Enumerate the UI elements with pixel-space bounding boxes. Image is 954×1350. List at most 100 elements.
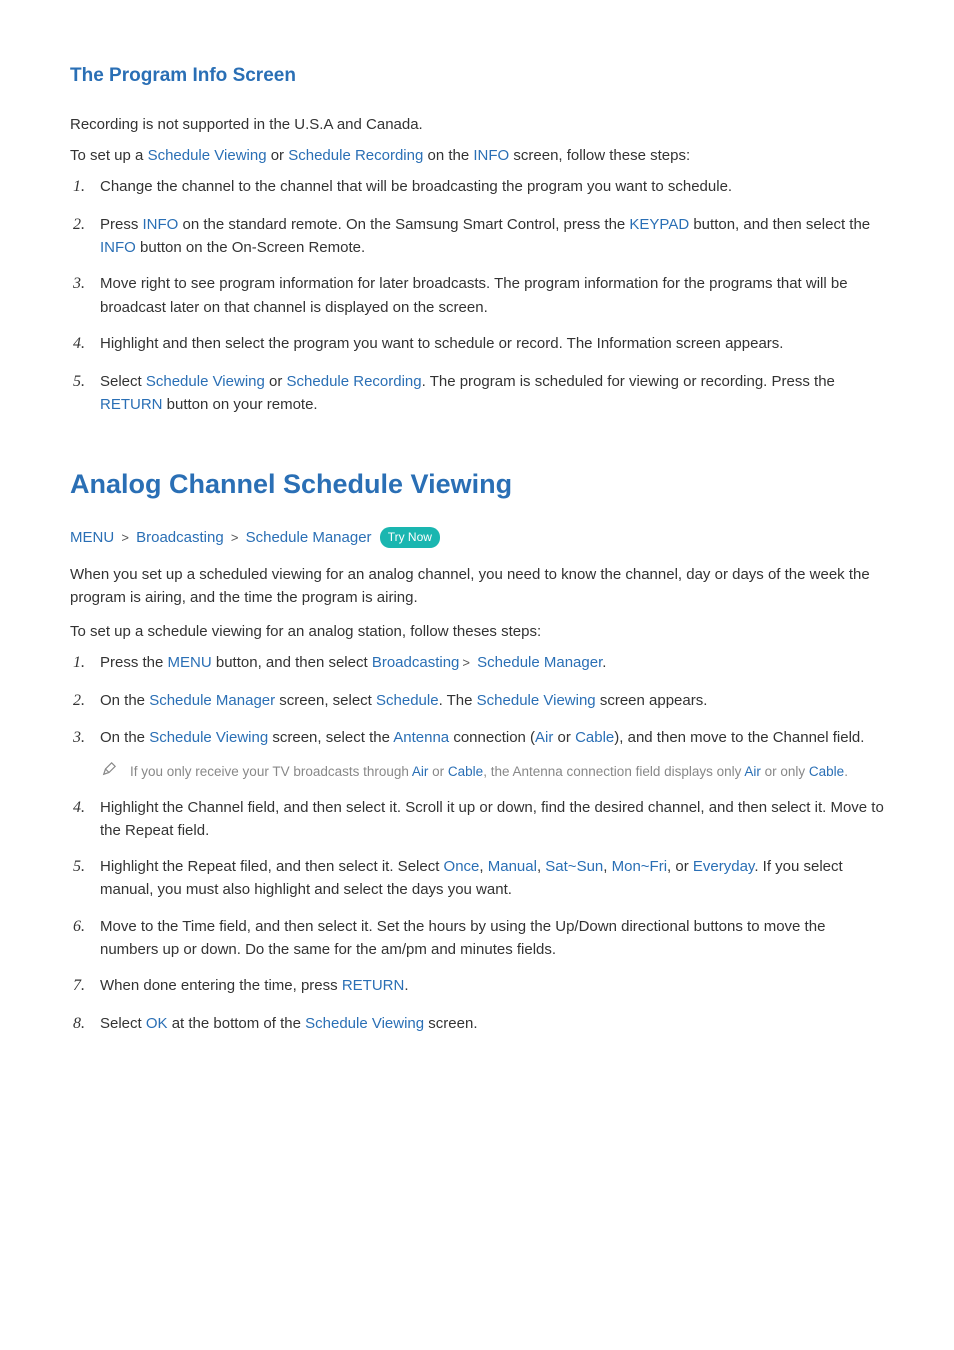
text: If you only receive your TV broadcasts t…	[130, 764, 412, 779]
text: Press	[100, 216, 143, 233]
crumb-sep: >	[462, 655, 470, 670]
note-body: If you only receive your TV broadcasts t…	[130, 762, 886, 783]
kw-antenna: Antenna	[393, 729, 449, 746]
text: or only	[761, 764, 809, 779]
list-item: 3. Move right to see program information…	[70, 272, 886, 319]
section-title-analog: Analog Channel Schedule Viewing	[70, 464, 886, 505]
steps-program-info: 1. Change the channel to the channel tha…	[70, 175, 886, 416]
kw-mon-fri: Mon~Fri	[612, 858, 667, 875]
text: button on your remote.	[163, 396, 318, 413]
text: Select	[100, 1015, 146, 1032]
text: at the bottom of the	[168, 1015, 306, 1032]
text: ,	[479, 858, 487, 875]
list-item: 2. Press INFO on the standard remote. On…	[70, 213, 886, 260]
list-item: 6. Move to the Time field, and then sele…	[70, 915, 886, 962]
text: or	[428, 764, 448, 779]
kw-air: Air	[535, 729, 553, 746]
section-title-program-info: The Program Info Screen	[70, 62, 886, 91]
list-item: 3. On the Schedule Viewing screen, selec…	[70, 726, 886, 782]
text: or	[265, 373, 287, 390]
try-now-badge[interactable]: Try Now	[380, 527, 440, 548]
kw-schedule-viewing: Schedule Viewing	[149, 729, 268, 746]
step-number: 7.	[70, 974, 100, 999]
crumb-sep: >	[231, 530, 239, 545]
list-item: 7. When done entering the time, press RE…	[70, 974, 886, 999]
crumb-broadcasting: Broadcasting	[136, 529, 224, 546]
kw-schedule-viewing: Schedule Viewing	[305, 1015, 424, 1032]
step-number: 3.	[70, 726, 100, 782]
crumb-menu: MENU	[70, 529, 114, 546]
kw-schedule-viewing: Schedule Viewing	[148, 147, 267, 164]
text: On the	[100, 692, 149, 709]
text: button, and then select the	[689, 216, 870, 233]
para-recording-not-supported: Recording is not supported in the U.S.A …	[70, 113, 886, 136]
step-body: Select OK at the bottom of the Schedule …	[100, 1012, 886, 1037]
text: When done entering the time, press	[100, 977, 342, 994]
kw-return: RETURN	[342, 977, 405, 994]
text: Press the	[100, 654, 168, 671]
crumb-schedule-manager: Schedule Manager	[246, 529, 372, 546]
step-number: 2.	[70, 689, 100, 714]
crumb-sep: >	[121, 530, 129, 545]
text: screen, select	[275, 692, 376, 709]
step-body: On the Schedule Viewing screen, select t…	[100, 726, 886, 782]
text: ,	[603, 858, 611, 875]
step-body: Press the MENU button, and then select B…	[100, 651, 886, 676]
kw-air: Air	[412, 764, 429, 779]
step-body: Select Schedule Viewing or Schedule Reco…	[100, 370, 886, 417]
para-analog-setup: To set up a schedule viewing for an anal…	[70, 620, 886, 643]
text: on the standard remote. On the Samsung S…	[178, 216, 629, 233]
text: screen, follow these steps:	[509, 147, 690, 164]
kw-cable: Cable	[809, 764, 844, 779]
text: , or	[667, 858, 693, 875]
breadcrumb: MENU > Broadcasting > Schedule Manager T…	[70, 527, 886, 550]
para-analog-intro: When you set up a scheduled viewing for …	[70, 563, 886, 610]
kw-schedule-recording: Schedule Recording	[288, 147, 423, 164]
kw-schedule: Schedule	[376, 692, 439, 709]
step-body: Move to the Time field, and then select …	[100, 915, 886, 962]
kw-everyday: Everyday	[693, 858, 754, 875]
list-item: 5. Select Schedule Viewing or Schedule R…	[70, 370, 886, 417]
step-body: Highlight and then select the program yo…	[100, 332, 886, 357]
list-item: 8. Select OK at the bottom of the Schedu…	[70, 1012, 886, 1037]
list-item: 1. Press the MENU button, and then selec…	[70, 651, 886, 676]
kw-schedule-manager: Schedule Manager	[477, 654, 602, 671]
text: .	[602, 654, 606, 671]
kw-sat-sun: Sat~Sun	[545, 858, 603, 875]
kw-cable: Cable	[575, 729, 614, 746]
kw-manual: Manual	[488, 858, 537, 875]
kw-schedule-viewing: Schedule Viewing	[146, 373, 265, 390]
text: button on the On-Screen Remote.	[136, 239, 365, 256]
kw-once: Once	[444, 858, 480, 875]
text: Select	[100, 373, 146, 390]
list-item: 5. Highlight the Repeat filed, and then …	[70, 855, 886, 902]
kw-menu: MENU	[168, 654, 212, 671]
text: Highlight the Repeat filed, and then sel…	[100, 858, 444, 875]
step-number: 2.	[70, 213, 100, 260]
step-body: Change the channel to the channel that w…	[100, 175, 886, 200]
step-body: Press INFO on the standard remote. On th…	[100, 213, 886, 260]
text: button, and then select	[212, 654, 372, 671]
list-item: 4. Highlight and then select the program…	[70, 332, 886, 357]
text: or	[553, 729, 575, 746]
step-number: 5.	[70, 370, 100, 417]
text: , the Antenna connection field displays …	[483, 764, 744, 779]
text: or	[267, 147, 289, 164]
kw-schedule-recording: Schedule Recording	[287, 373, 422, 390]
kw-schedule-manager: Schedule Manager	[149, 692, 275, 709]
list-item: 2. On the Schedule Manager screen, selec…	[70, 689, 886, 714]
list-item: 4. Highlight the Channel field, and then…	[70, 796, 886, 843]
step-number: 1.	[70, 651, 100, 676]
text: .	[404, 977, 408, 994]
step-body: Highlight the Repeat filed, and then sel…	[100, 855, 886, 902]
list-item: 1. Change the channel to the channel tha…	[70, 175, 886, 200]
note: If you only receive your TV broadcasts t…	[100, 762, 886, 783]
kw-info: INFO	[143, 216, 179, 233]
kw-air: Air	[744, 764, 761, 779]
kw-schedule-viewing: Schedule Viewing	[477, 692, 596, 709]
step-number: 4.	[70, 332, 100, 357]
text: screen appears.	[596, 692, 708, 709]
kw-ok: OK	[146, 1015, 168, 1032]
text: screen.	[424, 1015, 477, 1032]
para-setup-intro: To set up a Schedule Viewing or Schedule…	[70, 144, 886, 167]
